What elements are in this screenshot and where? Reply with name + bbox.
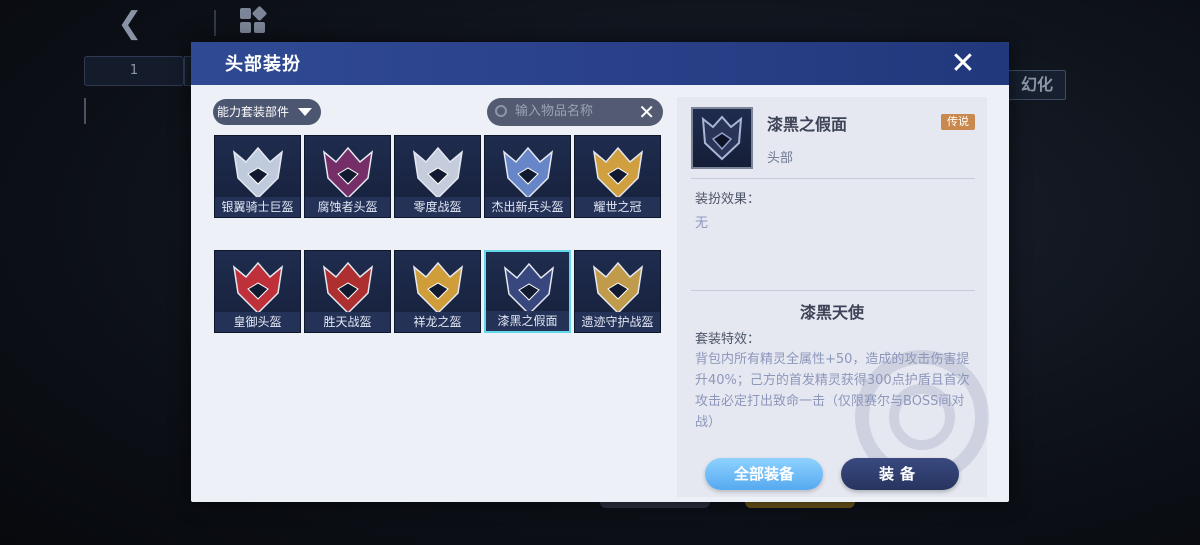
item-name: 祥龙之盔	[395, 312, 480, 332]
equip-button[interactable]: 装备	[841, 458, 959, 490]
filter-label: 能力套装部件	[217, 105, 290, 119]
item-name: 皇御头盔	[215, 312, 300, 332]
item-name: 腐蚀者头盔	[305, 197, 390, 217]
background-tab: 1	[84, 56, 184, 86]
item-name: 杰出新兵头盔	[485, 197, 570, 217]
head-costume-dialog: 头部装扮 ✕ 能力套装部件 输入物品名称 ✕ 银翼骑士巨盔 腐蚀者头盔 零度战盔 杰出…	[191, 42, 1009, 502]
item-name: 胜天战盔	[305, 312, 390, 332]
divider	[691, 290, 975, 291]
helmet-icon	[592, 261, 644, 315]
search-input[interactable]: 输入物品名称 ✕	[487, 98, 663, 126]
helmet-icon	[412, 261, 464, 315]
set-name: 漆黑天使	[799, 303, 864, 322]
item-name: 耀世之冠	[575, 197, 660, 217]
item-cell[interactable]: 腐蚀者头盔	[304, 135, 391, 218]
grid-menu-icon[interactable]	[240, 5, 268, 36]
divider	[214, 10, 216, 36]
item-name: 银翼骑士巨盔	[215, 197, 300, 217]
helmet-icon	[322, 261, 374, 315]
item-cell[interactable]: 胜天战盔	[304, 250, 391, 333]
set-filter-dropdown[interactable]: 能力套装部件	[213, 99, 321, 125]
caret-down-icon	[298, 108, 312, 116]
helmet-icon	[412, 146, 464, 200]
effect-title: 装扮效果：	[695, 192, 761, 207]
helmet-icon	[322, 146, 374, 200]
detail-item-name: 漆黑之假面	[767, 115, 848, 134]
helmet-icon	[502, 146, 554, 200]
item-cell[interactable]: 遗迹守护战盔	[574, 250, 661, 333]
item-cell[interactable]: 皇御头盔	[214, 250, 301, 333]
item-name: 零度战盔	[395, 197, 480, 217]
background-marker	[84, 98, 86, 124]
background-transform-tab: 幻化	[1000, 70, 1066, 100]
item-cell[interactable]: 耀世之冠	[574, 135, 661, 218]
dialog-header: 头部装扮 ✕	[191, 42, 1009, 85]
item-cell[interactable]: 杰出新兵头盔	[484, 135, 571, 218]
set-effect-description: 背包内所有精灵全属性+50，造成的攻击伤害提升40%；己方的首发精灵获得300点…	[695, 352, 970, 430]
set-effect-title: 套装特效：	[695, 332, 761, 347]
effect-value: 无	[695, 216, 709, 231]
item-detail-panel: 漆黑之假面 传说 头部 装扮效果： 无 漆黑天使 套装特效： 背包内所有精灵全属…	[677, 97, 989, 497]
helmet-icon	[592, 146, 644, 200]
dialog-title: 头部装扮	[225, 54, 301, 75]
close-icon[interactable]: ✕	[947, 48, 979, 80]
clear-icon[interactable]: ✕	[638, 99, 655, 125]
mask-icon	[701, 115, 743, 161]
helmet-icon	[232, 146, 284, 200]
rarity-badge: 传说	[941, 114, 975, 130]
item-cell[interactable]: 祥龙之盔	[394, 250, 481, 333]
search-placeholder: 输入物品名称	[515, 104, 594, 119]
detail-item-slot: 头部	[767, 151, 794, 166]
equip-all-button[interactable]: 全部装备	[705, 458, 823, 490]
detail-item-icon	[691, 107, 753, 169]
item-cell[interactable]: 零度战盔	[394, 135, 481, 218]
back-icon[interactable]: ❮	[112, 6, 148, 42]
item-cell[interactable]: 银翼骑士巨盔	[214, 135, 301, 218]
helmet-icon	[232, 261, 284, 315]
item-cell[interactable]: 漆黑之假面	[484, 250, 571, 333]
helmet-icon	[503, 262, 555, 316]
search-icon	[495, 105, 507, 117]
item-name: 遗迹守护战盔	[575, 312, 660, 332]
item-name: 漆黑之假面	[486, 311, 569, 331]
divider	[691, 178, 975, 179]
